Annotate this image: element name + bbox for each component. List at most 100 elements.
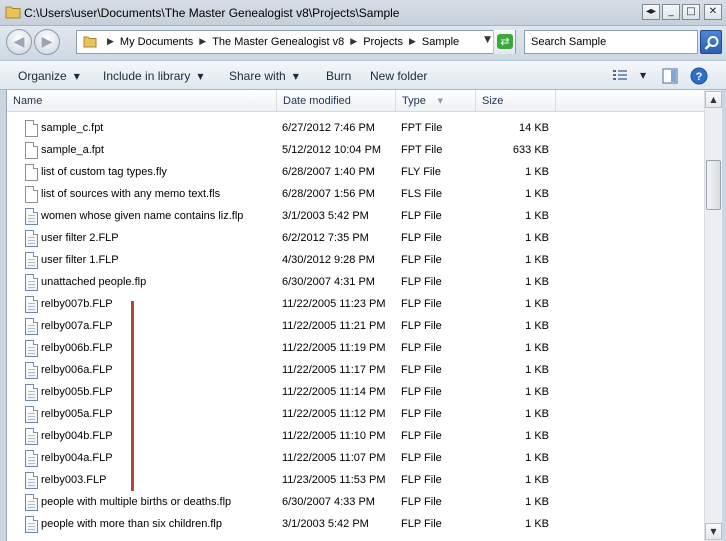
organize-menu[interactable]: Organize ▼ — [18, 69, 80, 83]
address-dropdown-icon[interactable]: ▼ — [484, 35, 491, 45]
minimize-icon[interactable]: _ — [662, 4, 680, 20]
address-bar[interactable]: ▶ My Documents ▶ The Master Genealogist … — [76, 30, 516, 54]
include-in-library-menu[interactable]: Include in library ▼ — [103, 69, 204, 83]
search-input[interactable]: Search Sample — [524, 30, 698, 54]
flp-document-icon — [25, 406, 38, 423]
scroll-down-icon[interactable]: ▼ — [705, 523, 722, 540]
file-row[interactable]: relby005a.FLP 11/22/2005 11:12 PM FLP File… — [7, 404, 705, 426]
command-bar: Organize ▼ Include in library ▼ Share with… — [0, 60, 726, 90]
file-row[interactable]: relby004b.FLP 11/22/2005 11:10 PM FLP File… — [7, 426, 705, 448]
restore-icon[interactable]: ◂▸ — [642, 4, 660, 20]
file-row[interactable]: relby003.FLP 11/23/2005 11:53 PM FLP File 1… — [7, 470, 705, 492]
file-row[interactable]: sample_c.fpt 6/27/2012 7:46 PM FPT File 14 … — [7, 118, 705, 140]
window-controls: ◂▸ _ □ ✕ — [642, 4, 722, 20]
file-row[interactable]: relby006a.FLP 11/22/2005 11:17 PM FLP File… — [7, 360, 705, 382]
scroll-up-icon[interactable]: ▲ — [705, 91, 722, 108]
column-header-date[interactable]: Date modified — [277, 90, 396, 112]
file-row[interactable]: women whose given name contains liz.flp 3… — [7, 206, 705, 228]
forward-button[interactable]: ▶ — [34, 29, 60, 55]
back-button[interactable]: ◀ — [6, 29, 32, 55]
close-icon[interactable]: ✕ — [704, 4, 722, 20]
file-row[interactable]: relby007a.FLP 11/22/2005 11:21 PM FLP File… — [7, 316, 705, 338]
search-icon — [704, 36, 719, 50]
file-row[interactable]: list of sources with any memo text.fls 6/… — [7, 184, 705, 206]
preview-pane-icon[interactable] — [662, 68, 678, 84]
file-size: 1 KB — [525, 386, 549, 398]
file-date: 11/22/2005 11:10 PM — [282, 430, 386, 442]
maximize-icon[interactable]: □ — [682, 4, 700, 20]
document-icon — [25, 164, 38, 181]
file-row[interactable]: people with multiple births or deaths.fl… — [7, 492, 705, 514]
file-row[interactable]: relby005b.FLP 11/22/2005 11:14 PM FLP File… — [7, 382, 705, 404]
file-rows: sample_c.fpt 6/27/2012 7:46 PM FPT File 14 … — [7, 118, 705, 536]
file-name: women whose given name contains liz.flp — [41, 210, 244, 222]
file-name: relby006a.FLP — [41, 364, 113, 376]
file-row[interactable]: user filter 1.FLP 4/30/2012 9:28 PM FLP Fi… — [7, 250, 705, 272]
search-button[interactable] — [700, 30, 722, 54]
file-size: 1 KB — [525, 364, 549, 376]
chevron-right-icon[interactable]: ▶ — [199, 37, 206, 47]
file-type: FLP File — [401, 452, 442, 464]
file-type: FLP File — [401, 386, 442, 398]
breadcrumb-item[interactable]: The Master Genealogist v8 — [212, 36, 344, 48]
file-size: 1 KB — [525, 496, 549, 508]
column-header-name-label: Name — [13, 95, 43, 107]
scroll-thumb[interactable] — [706, 160, 721, 210]
column-header-size[interactable]: Size — [476, 90, 556, 112]
file-date: 11/22/2005 11:19 PM — [282, 342, 386, 354]
new-folder-button[interactable]: New folder — [370, 69, 427, 83]
help-icon[interactable]: ? — [690, 67, 708, 85]
flp-document-icon — [25, 296, 38, 313]
view-list-icon[interactable] — [612, 68, 628, 82]
chevron-right-icon[interactable]: ▶ — [107, 37, 114, 47]
file-size: 1 KB — [525, 232, 549, 244]
burn-button[interactable]: Burn — [326, 69, 351, 83]
column-header-type[interactable]: Type ▼ — [396, 90, 476, 112]
file-name: sample_a.fpt — [41, 144, 104, 156]
file-date: 11/22/2005 11:14 PM — [282, 386, 386, 398]
file-row[interactable]: unattached people.flp 6/30/2007 4:31 PM FL… — [7, 272, 705, 294]
file-date: 6/28/2007 1:40 PM — [282, 166, 375, 178]
file-date: 11/22/2005 11:21 PM — [282, 320, 386, 332]
column-header-name[interactable]: Name — [7, 90, 277, 112]
vertical-scrollbar[interactable]: ▲ ▼ — [704, 90, 722, 541]
breadcrumb-item[interactable]: Sample — [422, 36, 459, 48]
flp-document-icon — [25, 252, 38, 269]
refresh-button[interactable]: ⇄ — [493, 30, 515, 54]
include-in-library-label: Include in library — [103, 69, 191, 83]
flp-document-icon — [25, 340, 38, 357]
search-placeholder: Search Sample — [531, 36, 607, 48]
file-type: FLP File — [401, 210, 442, 222]
file-date: 4/30/2012 9:28 PM — [282, 254, 375, 266]
file-row[interactable]: list of custom tag types.fly 6/28/2007 1:… — [7, 162, 705, 184]
breadcrumb-item[interactable]: Projects — [363, 36, 403, 48]
chevron-right-icon[interactable]: ▶ — [350, 37, 357, 47]
file-name: relby004a.FLP — [41, 452, 113, 464]
file-row[interactable]: people with more than six children.flp 3/… — [7, 514, 705, 536]
right-frame — [722, 90, 726, 541]
share-with-label: Share with — [229, 69, 286, 83]
file-type: FLP File — [401, 276, 442, 288]
file-name: sample_c.fpt — [41, 122, 104, 134]
share-with-menu[interactable]: Share with ▼ — [229, 69, 299, 83]
file-size: 1 KB — [525, 210, 549, 222]
file-row[interactable]: relby007b.FLP 11/22/2005 11:23 PM FLP File… — [7, 294, 705, 316]
svg-text:?: ? — [696, 71, 703, 83]
flp-document-icon — [25, 494, 38, 511]
file-type: FLY File — [401, 166, 441, 178]
breadcrumb-item[interactable]: My Documents — [120, 36, 193, 48]
column-header-size-label: Size — [482, 95, 504, 107]
file-date: 11/22/2005 11:17 PM — [282, 364, 386, 376]
file-row[interactable]: relby004a.FLP 11/22/2005 11:07 PM FLP File… — [7, 448, 705, 470]
file-row[interactable]: user filter 2.FLP 6/2/2012 7:35 PM FLP Fil… — [7, 228, 705, 250]
document-icon — [25, 186, 38, 203]
file-date: 6/30/2007 4:33 PM — [282, 496, 375, 508]
chevron-right-icon[interactable]: ▶ — [409, 37, 416, 47]
file-row[interactable]: relby006b.FLP 11/22/2005 11:19 PM FLP File… — [7, 338, 705, 360]
file-row[interactable]: sample_a.fpt 5/12/2012 10:04 PM FPT File 63… — [7, 140, 705, 162]
file-type: FLP File — [401, 518, 442, 530]
navigation-buttons: ◀ ▶ — [6, 28, 62, 56]
file-size: 1 KB — [525, 474, 549, 486]
file-size: 14 KB — [519, 122, 549, 134]
chevron-down-icon[interactable]: ▼ — [640, 71, 646, 80]
